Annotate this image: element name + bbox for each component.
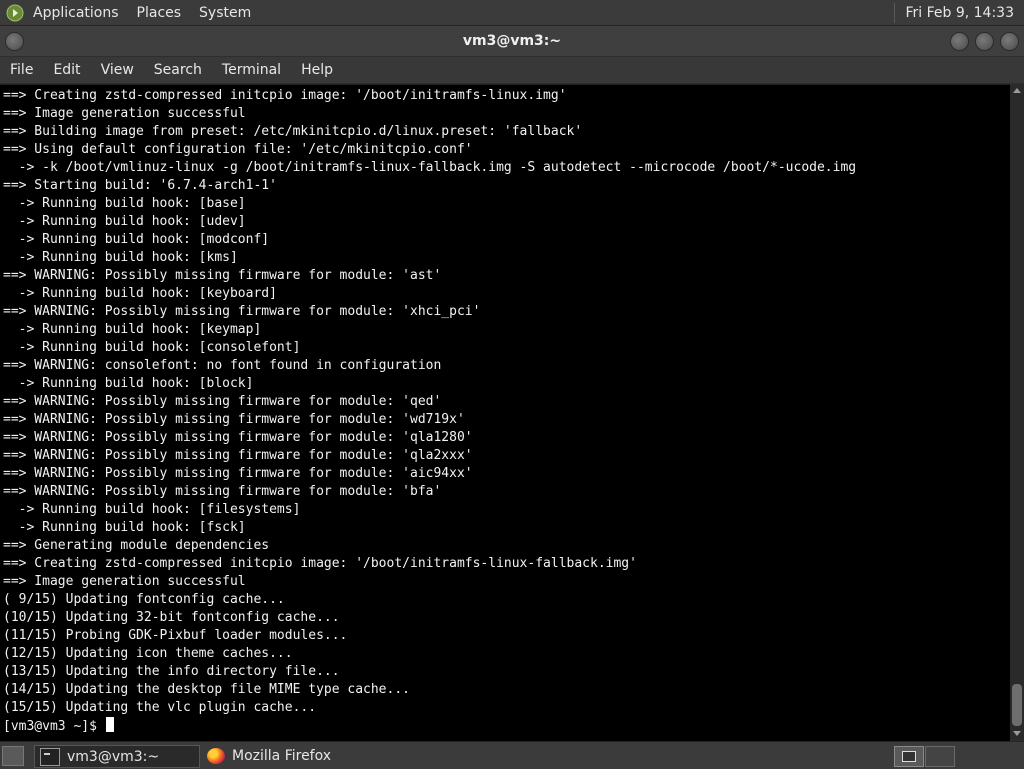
menu-terminal[interactable]: Terminal <box>222 62 281 78</box>
menu-system[interactable]: System <box>199 5 251 21</box>
terminal-menubar: File Edit View Search Terminal Help <box>0 57 1024 83</box>
show-desktop-button[interactable] <box>2 746 24 766</box>
terminal-line: ==> Generating module dependencies <box>3 538 270 553</box>
menu-edit[interactable]: Edit <box>53 62 80 78</box>
terminal-line: ==> WARNING: Possibly missing firmware f… <box>3 304 481 319</box>
taskbar-item-terminal[interactable]: vm3@vm3:~ <box>34 745 200 768</box>
minimize-button[interactable] <box>950 32 969 51</box>
menu-places[interactable]: Places <box>137 5 182 21</box>
terminal-output[interactable]: ==> Creating zstd-compressed initcpio im… <box>0 84 1010 741</box>
terminal-line: ==> WARNING: Possibly missing firmware f… <box>3 466 473 481</box>
window-menu-button[interactable] <box>5 32 24 51</box>
firefox-icon <box>207 747 225 764</box>
menu-view[interactable]: View <box>101 62 134 78</box>
menu-applications[interactable]: Applications <box>33 5 119 21</box>
terminal-line: ==> Building image from preset: /etc/mki… <box>3 124 583 139</box>
bottom-panel: vm3@vm3:~ Mozilla Firefox <box>0 741 1024 769</box>
scrollbar-thumb[interactable] <box>1012 684 1022 726</box>
scroll-down-arrow-icon[interactable] <box>1013 731 1021 736</box>
terminal-line: (10/15) Updating 32-bit fontconfig cache… <box>3 610 340 625</box>
terminal-line: ==> Using default configuration file: '/… <box>3 142 473 157</box>
menu-help[interactable]: Help <box>301 62 333 78</box>
menu-file[interactable]: File <box>10 62 33 78</box>
applications-logo-icon[interactable] <box>5 3 25 23</box>
terminal-line: ==> WARNING: Possibly missing firmware f… <box>3 448 473 463</box>
terminal-line: (13/15) Updating the info directory file… <box>3 664 340 679</box>
maximize-button[interactable] <box>975 32 994 51</box>
terminal-line: (12/15) Updating icon theme caches... <box>3 646 293 661</box>
window-titlebar[interactable]: vm3@vm3:~ <box>0 26 1024 56</box>
terminal-line: ==> WARNING: Possibly missing firmware f… <box>3 484 442 499</box>
terminal-line: ==> WARNING: consolefont: no font found … <box>3 358 442 373</box>
terminal-line: -> Running build hook: [fsck] <box>3 520 246 535</box>
close-button[interactable] <box>1000 32 1019 51</box>
prompt-line[interactable]: [vm3@vm3 ~]$ <box>3 717 1010 735</box>
terminal-line: -> Running build hook: [keymap] <box>3 322 262 337</box>
workspace-2-button[interactable] <box>925 746 955 767</box>
panel-separator <box>894 2 896 23</box>
terminal-line: -> Running build hook: [modconf] <box>3 232 270 247</box>
terminal-line: ==> WARNING: Possibly missing firmware f… <box>3 430 473 445</box>
terminal-line: ==> WARNING: Possibly missing firmware f… <box>3 412 465 427</box>
terminal-line: -> Running build hook: [block] <box>3 376 254 391</box>
terminal-line: -> Running build hook: [consolefont] <box>3 340 301 355</box>
terminal-scrollbar[interactable] <box>1010 84 1024 740</box>
terminal-line: -> Running build hook: [keyboard] <box>3 286 277 301</box>
taskbar-item-label: Mozilla Firefox <box>232 747 332 764</box>
clock[interactable]: Fri Feb 9, 14:33 <box>905 5 1014 21</box>
terminal-line: (15/15) Updating the vlc plugin cache... <box>3 700 317 715</box>
terminal-line: -> Running build hook: [filesystems] <box>3 502 301 517</box>
menu-search[interactable]: Search <box>154 62 202 78</box>
terminal-line: ==> WARNING: Possibly missing firmware f… <box>3 268 442 283</box>
shell-prompt: [vm3@vm3 ~]$ <box>3 719 105 734</box>
top-panel: Applications Places System Fri Feb 9, 14… <box>0 0 1024 26</box>
terminal-line: -> Running build hook: [base] <box>3 196 246 211</box>
scroll-up-arrow-icon[interactable] <box>1013 88 1021 93</box>
terminal-line: ==> Starting build: '6.7.4-arch1-1' <box>3 178 277 193</box>
terminal-icon <box>40 747 60 766</box>
terminal-line: -> Running build hook: [udev] <box>3 214 246 229</box>
terminal-line: (11/15) Probing GDK-Pixbuf loader module… <box>3 628 348 643</box>
terminal-line: ==> Creating zstd-compressed initcpio im… <box>3 88 567 103</box>
terminal-line: ==> Creating zstd-compressed initcpio im… <box>3 556 637 571</box>
window-title: vm3@vm3:~ <box>462 33 562 49</box>
terminal-line: ==> WARNING: Possibly missing firmware f… <box>3 394 442 409</box>
workspace-window-preview <box>902 751 916 762</box>
workspace-1-button[interactable] <box>894 746 924 767</box>
terminal-line: ==> Image generation successful <box>3 574 246 589</box>
taskbar-item-firefox[interactable]: Mozilla Firefox <box>202 745 372 766</box>
taskbar-item-label: vm3@vm3:~ <box>67 748 160 765</box>
terminal-line: -> Running build hook: [kms] <box>3 250 238 265</box>
terminal-line: ( 9/15) Updating fontconfig cache... <box>3 592 285 607</box>
text-cursor <box>105 717 114 732</box>
terminal-line: ==> Image generation successful <box>3 106 246 121</box>
terminal-line: (14/15) Updating the desktop file MIME t… <box>3 682 410 697</box>
terminal-line: -> -k /boot/vmlinuz-linux -g /boot/initr… <box>3 160 857 175</box>
